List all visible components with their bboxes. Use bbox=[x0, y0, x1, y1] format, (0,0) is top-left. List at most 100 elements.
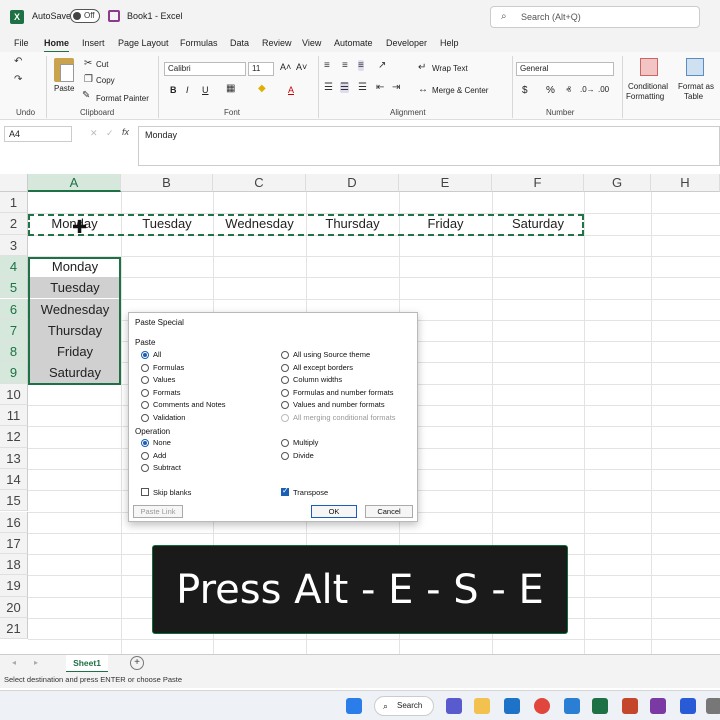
row-header-5[interactable]: 5 bbox=[0, 277, 28, 299]
row-header-13[interactable]: 13 bbox=[0, 447, 28, 469]
top-align-icon[interactable]: ≡ bbox=[324, 60, 330, 71]
paste-button[interactable]: Paste bbox=[54, 84, 74, 93]
paste-option-right-radio-3[interactable] bbox=[281, 388, 289, 397]
row-header-6[interactable]: 6 bbox=[0, 298, 28, 320]
fill-color-icon[interactable]: ◆ bbox=[258, 83, 266, 94]
align-center-icon[interactable]: ☰ bbox=[340, 82, 349, 93]
percent-button[interactable]: % bbox=[546, 85, 555, 96]
paste-option-right-radio-0[interactable] bbox=[281, 351, 289, 359]
onenote-icon[interactable] bbox=[650, 698, 666, 714]
sheet-tab-sheet1[interactable]: Sheet1 bbox=[66, 655, 108, 673]
paste-option-radio-4[interactable] bbox=[141, 401, 149, 410]
column-header-b[interactable]: B bbox=[121, 174, 213, 192]
column-header-a[interactable]: A bbox=[28, 174, 121, 192]
copy-icon[interactable]: ❐ bbox=[84, 74, 93, 85]
windows-start-icon[interactable] bbox=[346, 698, 362, 714]
teams-icon[interactable] bbox=[446, 698, 462, 714]
operation-radio-2[interactable] bbox=[141, 464, 149, 473]
row-header-10[interactable]: 10 bbox=[0, 383, 28, 405]
row-header-21[interactable]: 21 bbox=[0, 618, 28, 640]
conditional-formatting-line2[interactable]: Formatting bbox=[626, 92, 664, 101]
middle-align-icon[interactable]: ≡ bbox=[342, 60, 348, 71]
row-header-18[interactable]: 18 bbox=[0, 554, 28, 576]
row-header-8[interactable]: 8 bbox=[0, 341, 28, 363]
word-icon[interactable] bbox=[680, 698, 696, 714]
tab-automate[interactable]: Automate bbox=[334, 38, 373, 48]
copy-button[interactable]: Copy bbox=[96, 76, 115, 85]
skip-blanks-checkbox[interactable] bbox=[141, 488, 149, 496]
paste-option-right-radio-2[interactable] bbox=[281, 376, 289, 385]
row-header-17[interactable]: 17 bbox=[0, 532, 28, 555]
store-icon[interactable] bbox=[504, 698, 520, 714]
paste-option-radio-3[interactable] bbox=[141, 388, 149, 397]
save-icon[interactable] bbox=[108, 10, 120, 22]
column-header-f[interactable]: F bbox=[492, 174, 584, 192]
paste-icon[interactable] bbox=[54, 58, 74, 82]
powerpoint-icon[interactable] bbox=[622, 698, 638, 714]
operation-right-radio-1[interactable] bbox=[281, 451, 289, 460]
row-header-2[interactable]: 2 bbox=[0, 213, 28, 235]
row-header-4[interactable]: 4 bbox=[0, 255, 28, 278]
excel-taskbar-icon[interactable] bbox=[592, 698, 608, 714]
format-as-table-line1[interactable]: Format as bbox=[678, 82, 714, 91]
align-left-icon[interactable]: ☰ bbox=[324, 82, 333, 93]
operation-radio-1[interactable] bbox=[141, 451, 149, 460]
row-header-7[interactable]: 7 bbox=[0, 319, 28, 342]
decrease-decimal-icon[interactable]: .00 bbox=[598, 85, 609, 94]
search-box[interactable]: ⌕ Search (Alt+Q) bbox=[490, 6, 700, 28]
merge-center-icon[interactable]: ↔ bbox=[418, 84, 428, 95]
formula-input[interactable]: Monday bbox=[138, 126, 720, 166]
wrap-text-icon[interactable]: ↵ bbox=[418, 62, 426, 73]
column-header-e[interactable]: E bbox=[399, 174, 492, 192]
tab-view[interactable]: View bbox=[302, 38, 321, 48]
row-header-15[interactable]: 15 bbox=[0, 490, 28, 512]
decrease-font-icon[interactable]: A˅ bbox=[296, 62, 307, 72]
paste-option-radio-0[interactable] bbox=[141, 351, 149, 359]
increase-indent-icon[interactable]: ⇥ bbox=[392, 82, 400, 93]
row-header-9[interactable]: 9 bbox=[0, 362, 28, 384]
merge-center-button[interactable]: Merge & Center bbox=[432, 86, 488, 95]
tab-data[interactable]: Data bbox=[230, 38, 249, 48]
tab-home[interactable]: Home bbox=[44, 38, 70, 53]
currency-button[interactable]: $ bbox=[522, 85, 528, 96]
add-sheet-icon[interactable]: + bbox=[130, 656, 144, 670]
paste-option-right-radio-1[interactable] bbox=[281, 363, 289, 372]
orientation-icon[interactable]: ↗ bbox=[378, 60, 386, 71]
align-right-icon[interactable]: ☰ bbox=[358, 82, 367, 93]
taskbar-search[interactable]: ⌕ Search bbox=[374, 696, 434, 716]
number-format-select[interactable]: General bbox=[516, 62, 614, 76]
operation-right-radio-0[interactable] bbox=[281, 439, 289, 447]
file-explorer-icon[interactable] bbox=[474, 698, 490, 714]
paste-option-radio-1[interactable] bbox=[141, 363, 149, 372]
cut-icon[interactable]: ✂ bbox=[84, 58, 92, 69]
paste-option-right-radio-5[interactable] bbox=[281, 414, 289, 422]
tab-page-layout[interactable]: Page Layout bbox=[118, 38, 169, 48]
decrease-indent-icon[interactable]: ⇤ bbox=[376, 82, 384, 93]
paste-option-right-radio-4[interactable] bbox=[281, 401, 289, 410]
borders-icon[interactable]: ▦ bbox=[226, 83, 235, 94]
tab-developer[interactable]: Developer bbox=[386, 38, 427, 48]
bold-button[interactable]: B bbox=[170, 85, 177, 95]
cut-button[interactable]: Cut bbox=[96, 60, 108, 69]
paste-option-radio-2[interactable] bbox=[141, 376, 149, 385]
vscode-icon[interactable] bbox=[564, 698, 580, 714]
name-box[interactable]: A4 bbox=[4, 126, 72, 142]
paste-option-radio-5[interactable] bbox=[141, 414, 149, 422]
font-color-icon[interactable]: A bbox=[288, 85, 294, 95]
column-header-c[interactable]: C bbox=[213, 174, 306, 192]
italic-button[interactable]: I bbox=[186, 85, 189, 95]
row-header-16[interactable]: 16 bbox=[0, 511, 28, 533]
increase-decimal-icon[interactable]: .0→ bbox=[580, 85, 595, 94]
redo-icon[interactable]: ↷ bbox=[14, 74, 22, 85]
bottom-align-icon[interactable]: ≡ bbox=[358, 60, 364, 71]
increase-font-icon[interactable]: A˄ bbox=[280, 62, 291, 72]
tab-help[interactable]: Help bbox=[440, 38, 459, 48]
tab-insert[interactable]: Insert bbox=[82, 38, 105, 48]
format-as-table-icon[interactable] bbox=[686, 58, 704, 76]
format-painter-icon[interactable]: ✎ bbox=[82, 90, 90, 101]
font-size-select[interactable]: 11 bbox=[248, 62, 274, 76]
transpose-checkbox[interactable] bbox=[281, 486, 289, 496]
tab-formulas[interactable]: Formulas bbox=[180, 38, 218, 48]
format-as-table-line2[interactable]: Table bbox=[684, 92, 703, 101]
overflow-app-icon[interactable] bbox=[706, 698, 720, 714]
